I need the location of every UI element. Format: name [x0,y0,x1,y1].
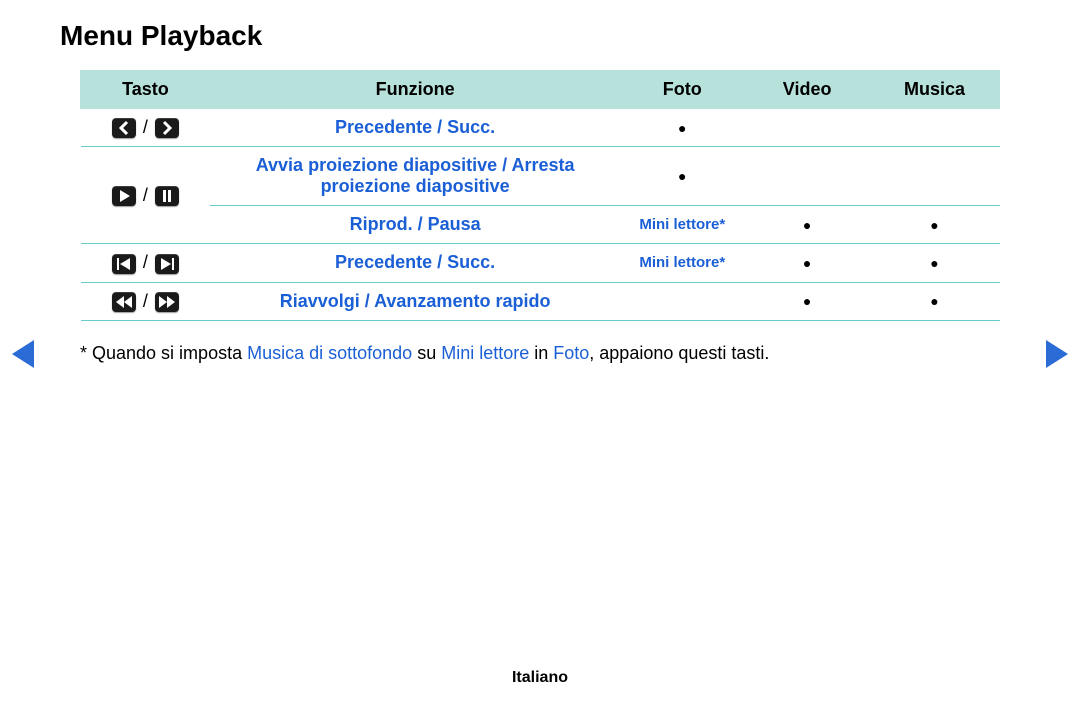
note-mid2: in [529,343,553,363]
cell-foto: Mini lettore* [620,206,745,244]
skip-back-icon [112,254,136,274]
footnote: * Quando si imposta Musica di sottofondo… [80,343,1020,364]
note-prefix: * Quando si imposta [80,343,247,363]
cell-funzione: Precedente / Succ. [210,109,619,147]
nav-next-icon[interactable] [1046,340,1068,368]
play-icon [112,186,136,206]
th-funzione: Funzione [210,71,619,109]
fast-forward-icon [155,292,179,312]
cell-foto [620,282,745,320]
table-row: / Precedente / Succ. Mini lettore* ● ● [81,244,1000,282]
pause-icon [155,186,179,206]
playback-table: Tasto Funzione Foto Video Musica / [80,70,1000,321]
table-row: Riprod. / Pausa Mini lettore* ● ● [81,206,1000,244]
th-tasto: Tasto [81,71,211,109]
note-term-c: Foto [553,343,589,363]
cell-funzione: Avvia proiezione diapositive / Arresta p… [210,147,619,206]
cell-foto: Mini lettore* [620,244,745,282]
cell-tasto: / [81,147,211,244]
table-row: / Precedente / Succ. ● [81,109,1000,147]
cell-musica [870,109,1000,147]
rewind-icon [112,292,136,312]
th-foto: Foto [620,71,745,109]
cell-musica [870,147,1000,206]
slash: / [143,185,153,205]
th-musica: Musica [870,71,1000,109]
slash: / [143,291,153,311]
cell-funzione: Riavvolgi / Avanzamento rapido [210,282,619,320]
cell-video: ● [745,244,870,282]
chevron-left-icon [112,118,136,138]
note-suffix: , appaiono questi tasti. [589,343,769,363]
skip-forward-icon [155,254,179,274]
language-label: Italiano [0,669,1080,687]
note-term-b: Mini lettore [441,343,529,363]
slash: / [143,117,153,137]
page-title: Menu Playback [60,20,1020,52]
cell-tasto: / [81,244,211,282]
note-mid1: su [412,343,441,363]
cell-musica: ● [870,244,1000,282]
cell-funzione: Riprod. / Pausa [210,206,619,244]
cell-tasto: / [81,282,211,320]
note-term-a: Musica di sottofondo [247,343,412,363]
cell-foto: ● [620,109,745,147]
cell-funzione: Precedente / Succ. [210,244,619,282]
cell-video [745,147,870,206]
table-row: / Avvia proiezione diapositive / Arresta… [81,147,1000,206]
table-header-row: Tasto Funzione Foto Video Musica [81,71,1000,109]
chevron-right-icon [155,118,179,138]
cell-foto: ● [620,147,745,206]
cell-musica: ● [870,282,1000,320]
cell-video: ● [745,206,870,244]
slash: / [143,252,153,272]
cell-video [745,109,870,147]
cell-tasto: / [81,109,211,147]
th-video: Video [745,71,870,109]
cell-video: ● [745,282,870,320]
nav-prev-icon[interactable] [12,340,34,368]
table-row: / Riavvolgi / Avanzamento rapido ● ● [81,282,1000,320]
cell-musica: ● [870,206,1000,244]
